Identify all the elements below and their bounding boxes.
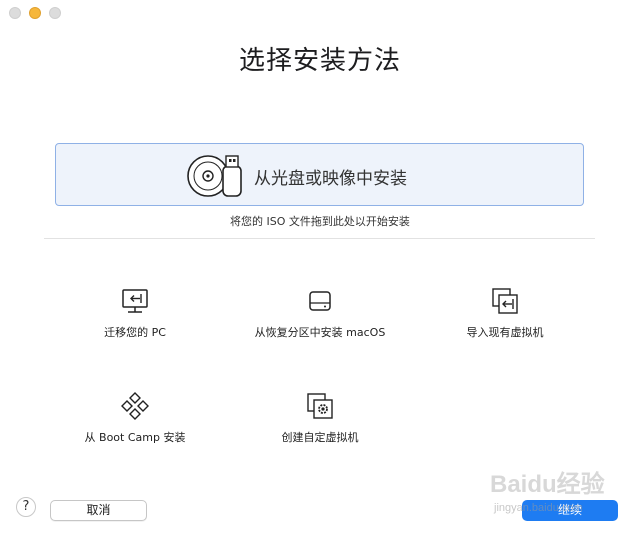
option-custom-vm[interactable]: 创建自定虚拟机 <box>225 391 415 461</box>
option-migrate-pc[interactable]: 迁移您的 PC <box>40 286 230 356</box>
minimize-window-button[interactable] <box>29 7 41 19</box>
monitor-arrow-icon <box>122 289 148 313</box>
watermark-url: jingyan.baidu.com <box>494 502 583 514</box>
page-title: 选择安装方法 <box>238 46 401 76</box>
cancel-button[interactable]: 取消 <box>50 500 147 521</box>
zoom-window-button[interactable] <box>49 7 61 19</box>
iso-drop-zone[interactable]: 从光盘或映像中安装 <box>55 143 584 206</box>
window-titlebar <box>0 0 640 28</box>
option-label: 从恢复分区中安装 macOS <box>254 326 386 339</box>
import-vm-icon <box>492 288 518 314</box>
drive-icon <box>309 291 331 311</box>
watermark-logo: Baidu经验 <box>490 471 605 498</box>
help-button[interactable]: ? <box>16 497 36 517</box>
custom-vm-gear-icon <box>307 393 333 419</box>
option-label: 从 Boot Camp 安装 <box>84 431 186 444</box>
option-recovery-partition[interactable]: 从恢复分区中安装 macOS <box>225 286 415 356</box>
option-import-vm[interactable]: 导入现有虚拟机 <box>410 286 600 356</box>
drop-zone-hint: 将您的 ISO 文件拖到此处以开始安装 <box>230 215 410 228</box>
bootcamp-diamond-icon <box>121 392 149 420</box>
disc-usb-icon <box>187 155 242 197</box>
option-label: 创建自定虚拟机 <box>281 431 359 444</box>
option-label: 迁移您的 PC <box>104 326 166 339</box>
option-bootcamp[interactable]: 从 Boot Camp 安装 <box>40 391 230 461</box>
watermark: Baidu经验 jingyan.baidu.com <box>488 460 638 522</box>
section-divider <box>44 238 595 239</box>
close-window-button[interactable] <box>9 7 21 19</box>
option-label: 导入现有虚拟机 <box>466 326 544 339</box>
drop-zone-label: 从光盘或映像中安装 <box>254 169 407 189</box>
